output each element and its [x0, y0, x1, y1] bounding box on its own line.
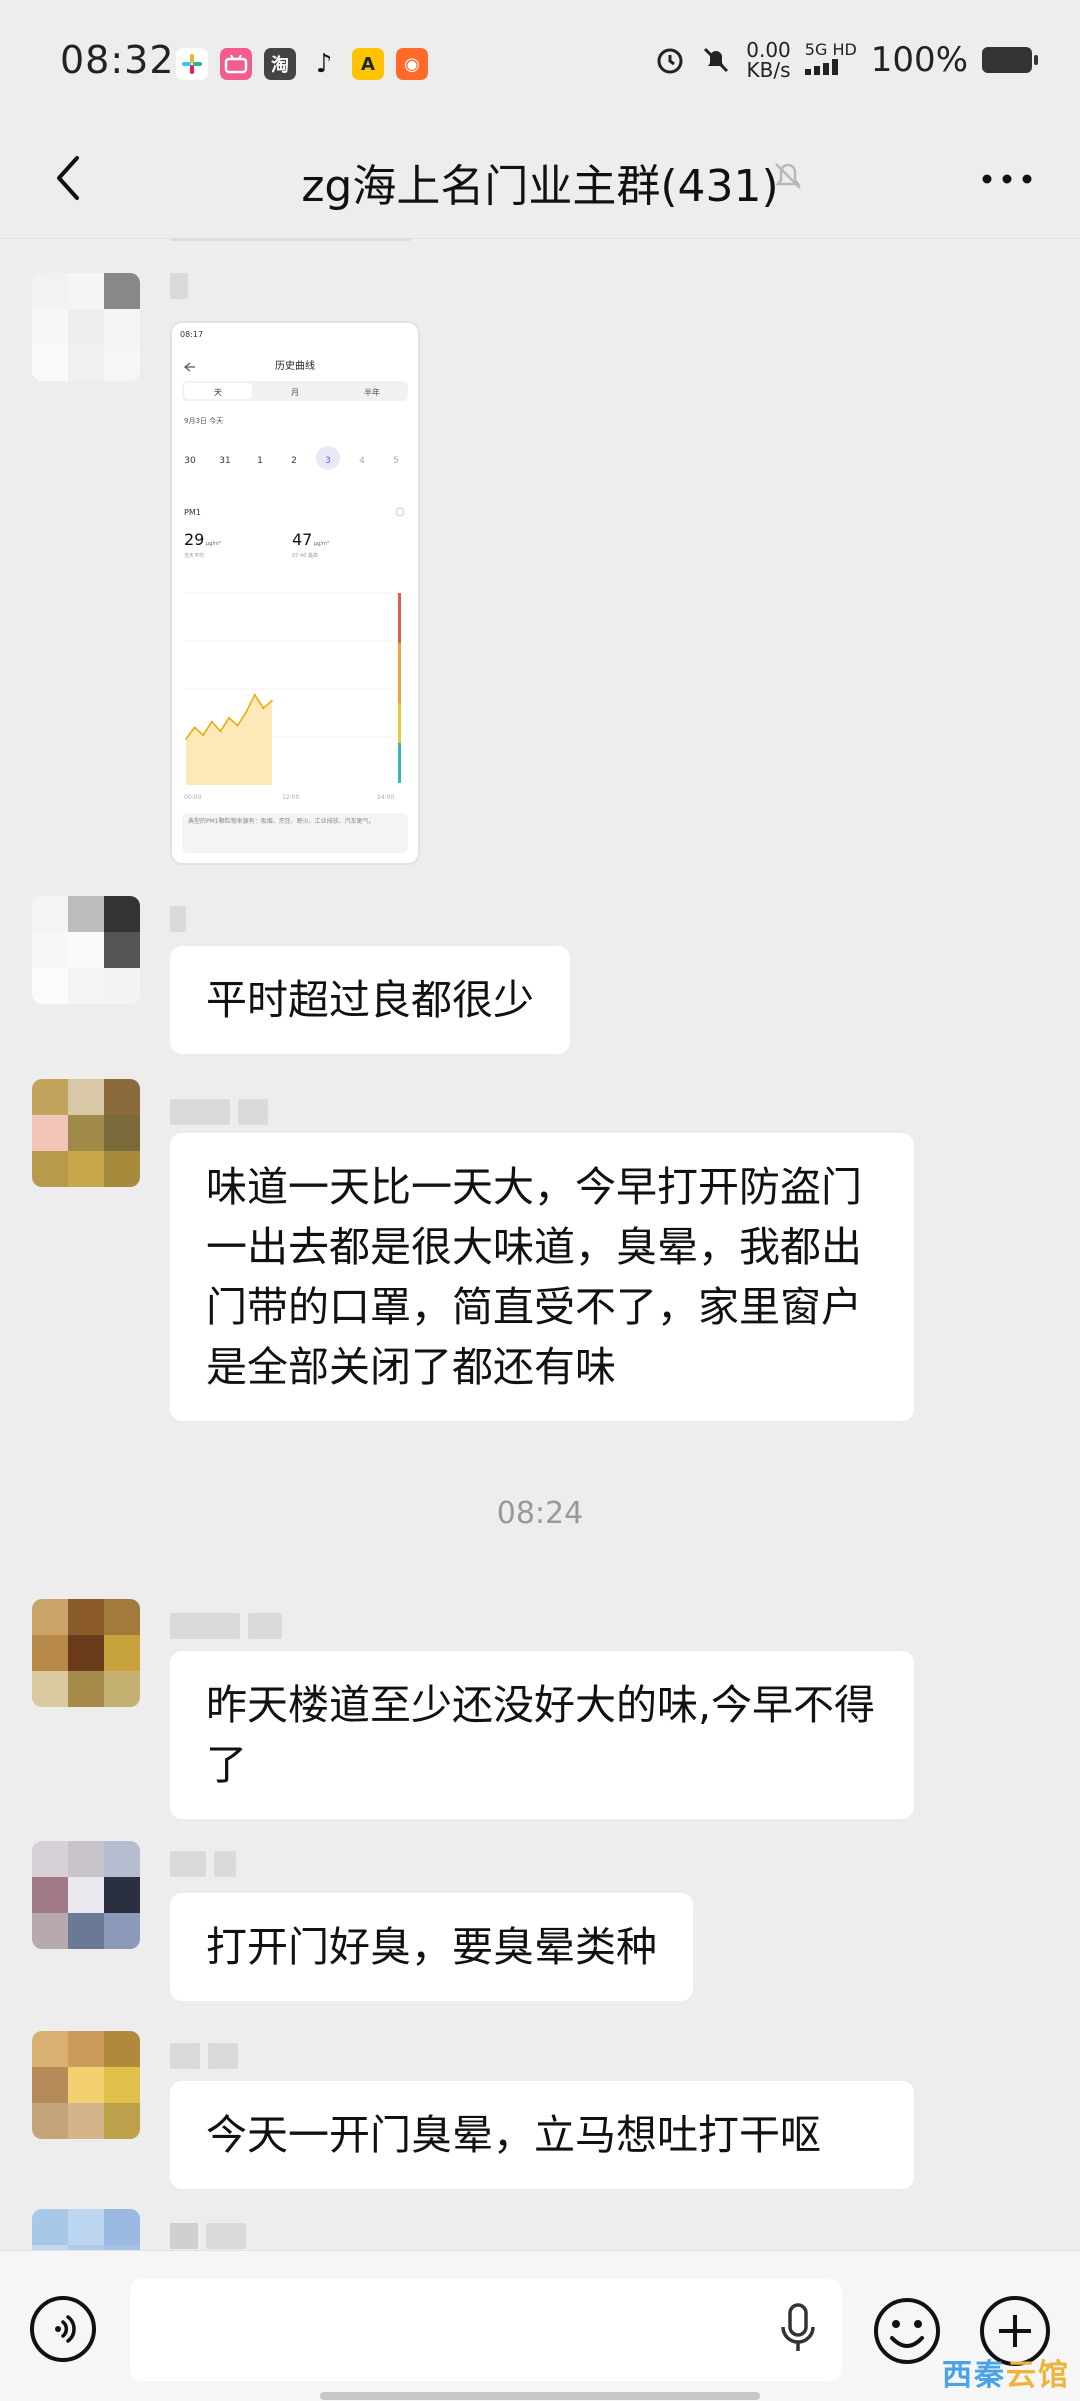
network-indicator: 5G HD: [804, 41, 857, 79]
chat-header: zg海上名门业主群(431): [0, 128, 1080, 238]
message-bubble[interactable]: 打开门好臭，要臭晕类种: [170, 1893, 693, 2001]
input-bar: [0, 2250, 1080, 2401]
screenshot-time: 08:17: [180, 330, 203, 339]
message-bubble[interactable]: 今天一开门臭晕，立马想吐打干呕: [170, 2081, 914, 2189]
message-bubble[interactable]: 昨天楼道至少还没好大的味,今早不得了: [170, 1651, 914, 1819]
avatar[interactable]: [32, 896, 140, 1004]
emoji-button[interactable]: [872, 2296, 942, 2366]
chart-point: [254, 693, 256, 696]
bilibili-icon: [220, 48, 252, 80]
taobao-icon: 淘: [264, 48, 296, 80]
slack-icon: [176, 48, 208, 80]
sender-name-redacted: [170, 1613, 282, 1639]
tiktok-icon: ♪: [315, 49, 333, 79]
chart-point: [211, 720, 213, 723]
message-bubble[interactable]: 味道一天比一天大，今早打开防盗门一出去都是很大味道，臭晕，我都出门带的口罩，简直…: [170, 1133, 914, 1421]
sender-name-redacted: [170, 906, 186, 932]
alarm-icon: [657, 48, 683, 74]
chat-title: zg海上名门业主群(431): [301, 161, 779, 212]
chart-point: [228, 717, 230, 719]
avatar[interactable]: [32, 1599, 140, 1707]
battery-icon: [982, 47, 1038, 73]
air-quality-screenshot: 08:17 历史曲线 天 月 半年 9月3日 今天 30 31 1 2 3 4 …: [180, 330, 408, 853]
avatar[interactable]: [32, 1079, 140, 1187]
tab-half-year: 半年: [364, 387, 380, 397]
image-message[interactable]: 08:17 历史曲线 天 月 半年 9月3日 今天 30 31 1 2 3 4 …: [170, 321, 420, 865]
chart-point: [262, 707, 265, 709]
date-label: 9月3日 今天: [184, 416, 223, 425]
voice-icon: [55, 2315, 76, 2343]
sender-name-redacted: [170, 2223, 246, 2249]
svg-text:31: 31: [219, 456, 230, 466]
svg-text:30: 30: [184, 456, 196, 466]
chart-point: [219, 730, 222, 733]
message-list[interactable]: 08:17 历史曲线 天 月 半年 9月3日 今天 30 31 1 2 3 4 …: [0, 239, 1080, 2250]
svg-text:2: 2: [291, 456, 297, 466]
app-icon: ◉: [396, 48, 428, 80]
svg-text:4: 4: [359, 456, 365, 466]
home-indicator[interactable]: [320, 2392, 760, 2400]
timestamp: 08:24: [496, 1496, 584, 1531]
battery-percent: 100%: [870, 40, 968, 80]
mute-bell-icon: [704, 47, 729, 73]
svg-text:5: 5: [393, 456, 399, 466]
avatar[interactable]: [32, 1841, 140, 1949]
max-value: 47: [292, 530, 312, 549]
signal-icon: [804, 59, 838, 75]
chart-point: [245, 711, 247, 713]
svg-text:24:00: 24:00: [377, 794, 394, 801]
status-time: 08:32: [60, 38, 175, 82]
chart-point: [193, 726, 196, 729]
metric-label: PM1: [184, 508, 201, 517]
more-dots-icon: [982, 174, 1032, 184]
previous-message-edge: [170, 239, 410, 241]
svg-text:当天平均: 当天平均: [184, 552, 204, 559]
svg-text:12:00: 12:00: [282, 794, 299, 801]
screen-title: 历史曲线: [275, 359, 315, 372]
sender-name-redacted: [170, 1099, 268, 1125]
sender-name-redacted: [170, 2043, 238, 2069]
svg-text:μg/m³: μg/m³: [206, 541, 221, 547]
app-icon: A: [352, 48, 384, 80]
tab-day: 天: [214, 388, 222, 397]
avatar[interactable]: [32, 2209, 140, 2250]
avatar[interactable]: [32, 273, 140, 381]
chart-point: [185, 738, 187, 740]
svg-text:3: 3: [325, 456, 331, 466]
sender-name-redacted: [170, 273, 188, 299]
pm-note: 典型的PM1颗粒物来源有：吸烟、烹饪、野火、工业排放、汽车尾气。: [188, 818, 375, 825]
svg-text:00:00: 00:00: [184, 794, 201, 801]
notification-icons: 淘 ♪ A ◉: [176, 48, 428, 80]
status-right: 0.00 KB/s 5G HD 100%: [654, 38, 1038, 82]
muted-bell-icon: [775, 163, 801, 189]
message-input[interactable]: [130, 2279, 842, 2381]
sender-name-redacted: [170, 1851, 236, 1877]
status-bar: 08:32 淘 ♪ A ◉ 0.00 KB/s 5G HD 100%: [0, 0, 1080, 128]
avg-value: 29: [184, 530, 204, 549]
svg-text:μg/m³: μg/m³: [314, 541, 329, 547]
svg-text:1: 1: [257, 456, 263, 466]
avatar[interactable]: [32, 2031, 140, 2139]
net-speed: 0.00 KB/s: [746, 38, 791, 82]
svg-text:07:40 最高: 07:40 最高: [292, 552, 318, 559]
watermark: 西秦云馆: [942, 2358, 1070, 2393]
more-button[interactable]: [972, 154, 1042, 204]
message-bubble[interactable]: 平时超过良都很少: [170, 946, 570, 1054]
microphone-icon[interactable]: [778, 2303, 818, 2355]
tab-month: 月: [291, 388, 299, 397]
voice-toggle-button[interactable]: [30, 2296, 96, 2362]
chart-point: [271, 699, 273, 702]
chart-point: [202, 734, 204, 736]
chart-point: [236, 724, 239, 727]
